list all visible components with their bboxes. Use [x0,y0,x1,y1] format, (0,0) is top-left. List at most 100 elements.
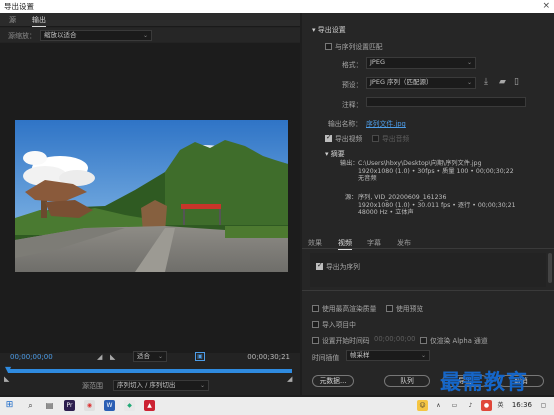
match-sequence-row[interactable]: 与序列设置匹配 [325,41,383,51]
alpha-only-label: 仅渲染 Alpha 通道 [430,337,488,345]
window-titlebar: 导出设置 × [0,0,554,13]
export-audio-checkbox[interactable] [372,135,379,142]
source-range-dropdown[interactable]: 序列切入 / 序列切出 ⌄ [113,380,209,391]
export-audio-label: 导出音频 [382,135,410,143]
search-icon[interactable]: ⌕ [25,400,36,411]
export-video-row[interactable]: 导出视频 [325,133,362,143]
import-project-row[interactable]: 导入项目中 [312,319,356,329]
app-icon-red[interactable]: ▲ [144,400,155,411]
source-scale-value: 缩放以适合 [44,31,77,39]
summary-source-line: 序列, VID_20200609_161236 [358,194,447,201]
source-scale-dropdown[interactable]: 缩放以适合 ⌄ [40,30,152,41]
preview-tabs: 源 输出 [0,13,300,27]
summary-output-line: C:\Users\hbxy\Desktop\向期\序列文件.jpg [358,160,482,167]
time-interpolation-value: 帧采样 [350,351,370,359]
export-audio-row[interactable]: 导出音频 [372,133,409,143]
preset-value: JPEG 序列（匹配源） [370,78,433,86]
taskbar-clock[interactable]: 16:36 [512,401,532,409]
match-sequence-label: 与序列设置匹配 [335,43,383,51]
mark-in-icon[interactable]: ◢ [97,353,102,361]
chevron-down-icon: ⌄ [466,79,472,86]
match-sequence-checkbox[interactable] [325,43,332,50]
input-method-icon[interactable]: 英 [495,400,506,411]
tab-effects[interactable]: 效果 [308,238,322,248]
import-preset-icon[interactable]: ▰ [499,77,506,87]
chevron-down-icon: ⌄ [420,352,426,359]
watermark-logo: 最需教育 [440,370,528,394]
format-dropdown[interactable]: JPEG ⌄ [366,57,476,69]
tab-publish[interactable]: 发布 [397,238,411,248]
premiere-app-icon[interactable]: Pr [64,400,75,411]
use-previews-row[interactable]: 使用预览 [386,303,423,313]
preview-panel: 源 输出 源缩放： 缩放以适合 ⌄ 00;00;00;00 ◢ ◣ 适合 ⌄ ▣… [0,13,300,395]
chevron-down-icon: ⌄ [199,382,205,389]
output-name-link[interactable]: 序列文件.jpg [366,118,406,128]
preset-dropdown[interactable]: JPEG 序列（匹配源） ⌄ [366,77,476,89]
timecode-end: 00;00;30;21 [247,353,290,361]
delete-preset-icon[interactable]: ▯ [514,77,519,87]
fit-dropdown[interactable]: 适合 ⌄ [133,351,167,362]
comments-label: 注释： [342,101,363,109]
preset-label: 预设： [342,81,363,89]
transport-bar: 00;00;00;00 ◢ ◣ 适合 ⌄ ▣ 00;00;30;21 ▼ ◣ ◢… [0,351,300,395]
timecode-start[interactable]: 00;00;00;00 [10,353,53,361]
export-settings-header[interactable]: ▾ 导出设置 [312,25,346,35]
collapse-icon: ▾ [325,150,329,158]
max-render-quality-checkbox[interactable] [312,305,319,312]
export-video-checkbox[interactable] [325,133,332,142]
summary-header[interactable]: ▾ 摘要 [325,149,345,159]
settings-panel: ▾ 导出设置 与序列设置匹配 格式： JPEG ⌄ 预设： JPEG 序列（匹配… [302,13,554,395]
word-app-icon[interactable]: W [104,400,115,411]
comments-input[interactable] [366,97,526,107]
export-as-sequence-label: 导出为序列 [326,263,360,271]
start-timecode-value[interactable]: 00;00;00;00 [374,335,415,343]
tab-video[interactable]: 视频 [338,238,352,250]
time-interpolation-dropdown[interactable]: 帧采样 ⌄ [346,350,430,361]
notification-icon[interactable]: ▢ [538,400,549,411]
export-as-sequence-row[interactable]: 导出为序列 [316,261,360,271]
tray-app-icon[interactable]: ☺ [417,400,428,411]
use-previews-checkbox[interactable] [386,305,393,312]
close-icon[interactable]: × [542,0,550,13]
volume-icon[interactable]: ♪ [465,400,476,411]
use-previews-label: 使用预览 [396,305,424,313]
windows-start-icon[interactable]: ⊞ [4,400,15,411]
source-range-label: 源范围 [82,382,103,390]
summary-source-block: 序列, VID_20200609_161236 1920x1080 (1.0) … [358,194,516,217]
summary-output-block: C:\Users\hbxy\Desktop\向期\序列文件.jpg 1920x1… [358,160,514,183]
windows-taskbar: ⊞ ⌕ ▤ Pr ◉ W ◆ ▲ ☺ ∧ ▭ ♪ ● 英 16:36 ▢ [0,397,554,415]
max-render-quality-row[interactable]: 使用最高渲染质量 [312,303,376,313]
tray-chevron-icon[interactable]: ∧ [433,400,444,411]
format-value: JPEG [370,58,385,66]
save-preset-icon[interactable]: ⤓ [484,77,488,87]
start-timecode-checkbox[interactable] [312,337,319,344]
start-timecode-row[interactable]: 设置开始时间码 [312,335,370,345]
settings-tabs: 效果 视频 字幕 发布 [302,237,554,250]
queue-button[interactable]: 队列 [384,375,430,387]
import-project-label: 导入项目中 [322,321,356,329]
metadata-button[interactable]: 元数据... [312,375,354,387]
max-render-quality-label: 使用最高渲染质量 [322,305,377,313]
import-project-checkbox[interactable] [312,321,319,328]
app-icon[interactable]: ◆ [124,400,135,411]
mark-out-icon[interactable]: ◣ [110,353,115,361]
export-as-sequence-checkbox[interactable] [316,261,323,270]
timeline-range-fill [8,369,292,373]
timeline-track[interactable] [8,369,292,373]
settings-scrollbar[interactable] [548,253,552,283]
tab-captions[interactable]: 字幕 [367,238,381,248]
aspect-ratio-icon[interactable]: ▣ [195,352,205,361]
network-icon[interactable]: ▭ [449,400,460,411]
alpha-only-row[interactable]: 仅渲染 Alpha 通道 [420,335,488,345]
tab-source[interactable]: 源 [9,15,16,25]
playhead-icon[interactable]: ▼ [5,365,12,374]
tray-app-icon-2[interactable]: ● [481,400,492,411]
task-view-icon[interactable]: ▤ [44,400,55,411]
chrome-app-icon[interactable]: ◉ [84,400,95,411]
source-scale-row: 源缩放： 缩放以适合 ⌄ [0,28,300,42]
summary-source-line: 48000 Hz • 立体声 [358,209,414,216]
alpha-only-checkbox[interactable] [420,337,427,344]
video-settings-panel: 导出为序列 [310,253,546,287]
format-label: 格式： [342,61,363,69]
tab-output[interactable]: 输出 [32,15,46,27]
